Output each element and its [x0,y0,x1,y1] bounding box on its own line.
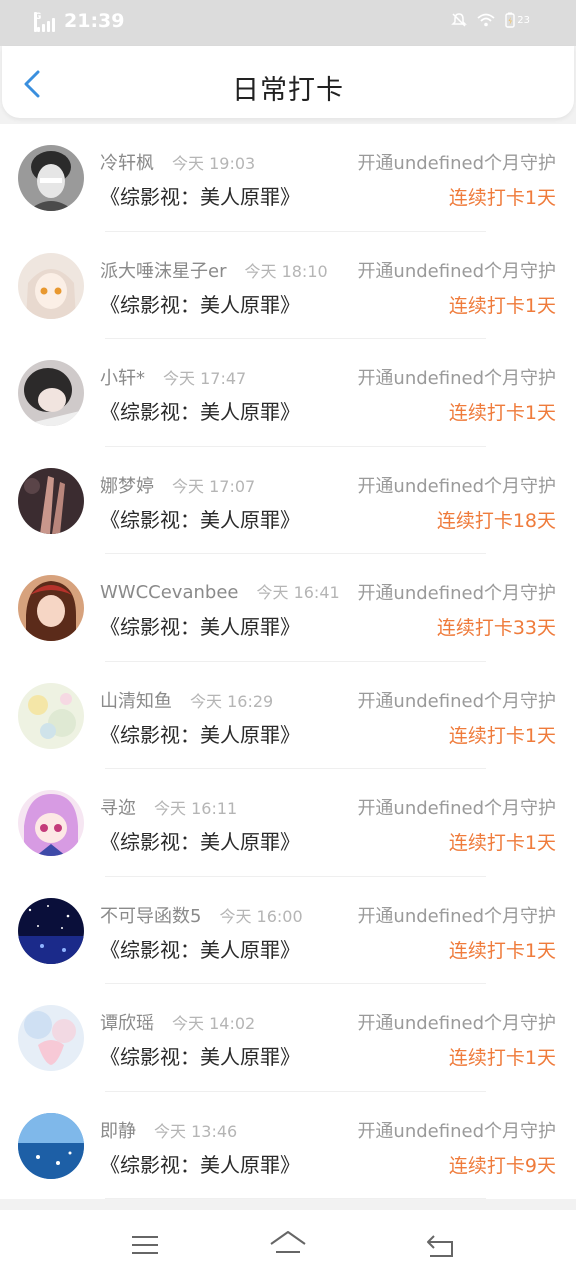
guard-status: 开通undefined个月守护 [357,260,556,282]
streak-badge: 连续打卡9天 [448,1154,556,1177]
streak-badge: 连续打卡33天 [436,617,556,639]
streak-badge: 连续打卡18天 [436,509,556,532]
avatar[interactable] [18,1005,84,1071]
navigation-bar [0,1210,576,1280]
avatar[interactable] [18,682,84,749]
avatar[interactable] [18,790,84,856]
list-item[interactable]: 山清知鱼 今天 16:29 开通undefined个月守护 《综影视：美人原罪》 … [0,662,576,769]
battery-icon: 23 [505,12,530,28]
guard-status: 开通undefined个月守护 [357,1013,556,1034]
list-item[interactable]: WWCCevanbee 今天 16:41 开通undefined个月守护 《综影视… [0,554,576,662]
avatar[interactable] [18,360,84,426]
wifi-icon [477,13,495,27]
streak-badge: 连续打卡1天 [448,187,556,209]
streak-badge: 连续打卡1天 [448,832,556,854]
user-name: 不可导函数5 今天 16:00 [100,902,303,928]
back-icon[interactable] [424,1228,458,1262]
user-name: 小轩* 今天 17:47 [100,364,246,390]
user-name-text: 小轩* [100,368,145,389]
user-name-text: 即静 [100,1120,136,1142]
streak-badge: 连续打卡1天 [448,402,556,424]
avatar[interactable] [18,467,84,534]
checkin-time: 今天 16:29 [190,691,274,711]
streak-badge: 连续打卡1天 [448,724,556,747]
user-name: 寻迩 今天 16:11 [100,794,237,820]
battery-level: 23 [517,14,530,26]
checkin-list: 冷轩枫 今天 19:03 开通undefined个月守护 《综影视：美人原罪》 连… [0,124,576,1199]
streak-badge: 连续打卡1天 [448,939,556,962]
user-name: 派大唾沫星子er 今天 18:10 [100,257,328,283]
divider [105,1198,486,1199]
user-name: 谭欣瑶 今天 14:02 [100,1009,255,1035]
guard-status: 开通undefined个月守护 [357,153,556,174]
status-left: G 21:39 [34,10,124,32]
list-item[interactable]: 派大唾沫星子er 今天 18:10 开通undefined个月守护 《综影视：美人… [0,232,576,339]
checkin-time: 今天 17:47 [163,369,247,388]
checkin-time: 今天 16:41 [256,583,340,602]
guard-status: 开通undefined个月守护 [357,798,556,819]
list-item[interactable]: 即静 今天 13:46 开通undefined个月守护 《综影视：美人原罪》 连续… [0,1092,576,1199]
show-title: 《综影视：美人原罪》 [100,507,300,532]
checkin-time: 今天 16:00 [219,906,303,926]
mute-icon [451,13,468,27]
user-name-text: 不可导函数5 [100,905,202,927]
show-title: 《综影视：美人原罪》 [100,185,300,209]
guard-status: 开通undefined个月守护 [357,583,556,604]
guard-status: 开通undefined个月守护 [357,1120,556,1142]
checkin-time: 今天 16:11 [154,799,238,818]
user-name: 娜梦婷 今天 17:07 [100,472,255,498]
clock: 21:39 [64,10,125,32]
avatar[interactable] [18,897,84,964]
list-item[interactable]: 娜梦婷 今天 17:07 开通undefined个月守护 《综影视：美人原罪》 连… [0,447,576,554]
checkin-time: 今天 17:07 [172,476,256,496]
guard-status: 开通undefined个月守护 [357,690,556,712]
user-name-text: 娜梦婷 [100,475,154,497]
avatar[interactable] [18,575,84,641]
user-name-text: WWCCevanbee [100,582,239,603]
checkin-time: 今天 13:46 [154,1121,238,1141]
guard-status: 开通undefined个月守护 [357,905,556,927]
streak-badge: 连续打卡1天 [448,294,556,317]
user-name-text: 派大唾沫星子er [100,260,227,282]
show-title: 《综影视：美人原罪》 [100,1152,300,1177]
show-title: 《综影视：美人原罪》 [100,830,300,854]
status-right: 23 [451,12,530,28]
page-title: 日常打卡 [232,75,344,106]
guard-status: 开通undefined个月守护 [357,475,556,497]
user-name-text: 冷轩枫 [100,153,154,174]
show-title: 《综影视：美人原罪》 [100,615,300,639]
list-item[interactable]: 冷轩枫 今天 19:03 开通undefined个月守护 《综影视：美人原罪》 连… [0,124,576,232]
list-item[interactable]: 不可导函数5 今天 16:00 开通undefined个月守护 《综影视：美人原罪… [0,877,576,984]
user-name-text: 山清知鱼 [100,690,172,712]
user-name-text: 寻迩 [100,798,136,819]
user-name-text: 谭欣瑶 [100,1013,154,1034]
user-name: 即静 今天 13:46 [100,1117,237,1143]
user-name: WWCCevanbee 今天 16:41 [100,579,340,603]
list-item[interactable]: 小轩* 今天 17:47 开通undefined个月守护 《综影视：美人原罪》 连… [0,339,576,447]
list-item[interactable]: 谭欣瑶 今天 14:02 开通undefined个月守护 《综影视：美人原罪》 连… [0,984,576,1092]
guard-status: 开通undefined个月守护 [357,368,556,389]
header: 日常打卡 [2,46,574,118]
streak-badge: 连续打卡1天 [448,1047,556,1069]
show-title: 《综影视：美人原罪》 [100,937,300,962]
menu-icon[interactable] [128,1228,162,1262]
checkin-time: 今天 14:02 [172,1014,256,1033]
home-icon[interactable] [269,1228,307,1262]
user-name: 山清知鱼 今天 16:29 [100,687,273,713]
checkin-time: 今天 18:10 [244,261,328,281]
show-title: 《综影视：美人原罪》 [100,1045,300,1069]
avatar[interactable] [18,145,84,211]
checkin-time: 今天 19:03 [172,154,256,173]
avatar[interactable] [18,252,84,319]
signal-icon: G [34,12,58,32]
status-bar: G 21:39 23 [0,0,576,46]
show-title: 《综影视：美人原罪》 [100,722,300,747]
list-item[interactable]: 寻迩 今天 16:11 开通undefined个月守护 《综影视：美人原罪》 连续… [0,769,576,877]
avatar[interactable] [18,1112,84,1179]
show-title: 《综影视：美人原罪》 [100,292,300,317]
show-title: 《综影视：美人原罪》 [100,400,300,424]
user-name: 冷轩枫 今天 19:03 [100,149,255,175]
